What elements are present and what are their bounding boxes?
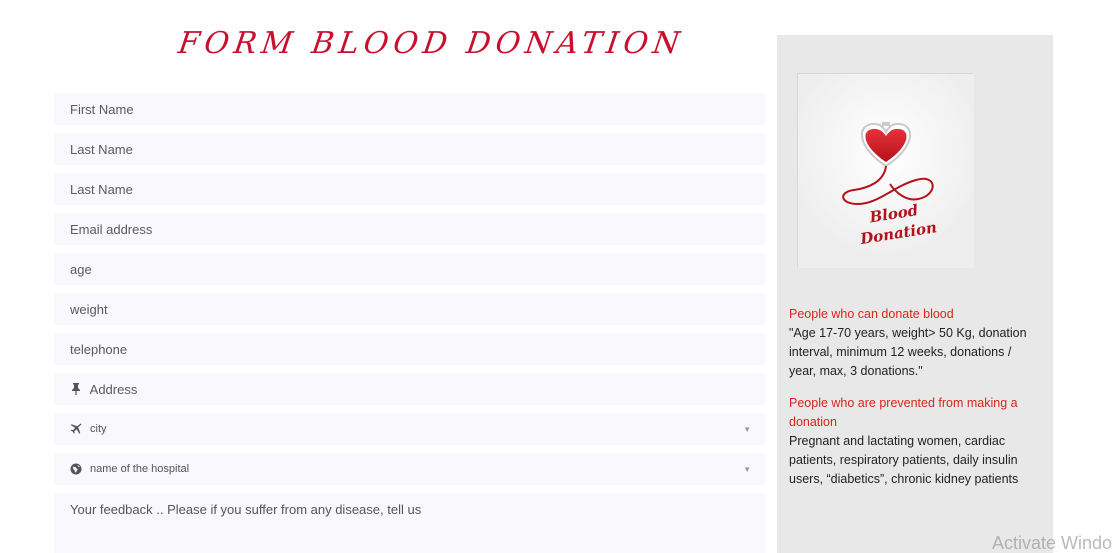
chevron-down-icon: ▼	[743, 465, 751, 474]
address-field[interactable]	[54, 373, 765, 405]
activate-windows-watermark: Activate Windo	[992, 533, 1113, 553]
weight-input[interactable]	[70, 293, 765, 325]
airplane-icon	[70, 423, 82, 435]
can-donate-heading: People who can donate blood	[789, 307, 954, 321]
email-field[interactable]	[54, 213, 765, 245]
weight-field[interactable]	[54, 293, 765, 325]
pushpin-icon	[70, 383, 82, 395]
prevented-heading: People who are prevented from making a d…	[789, 396, 1018, 429]
first-name-input[interactable]	[70, 93, 765, 125]
age-field[interactable]	[54, 253, 765, 285]
last-name-field[interactable]	[54, 133, 765, 165]
blood-donation-logo: Blood Donation	[797, 73, 974, 268]
telephone-field[interactable]	[54, 333, 765, 365]
globe-icon	[70, 463, 82, 475]
hospital-select-value: name of the hospital	[90, 463, 190, 475]
age-input[interactable]	[70, 253, 765, 285]
can-donate-text: "Age 17-70 years, weight> 50 Kg, donatio…	[789, 326, 1027, 378]
can-donate-section: People who can donate blood "Age 17-70 y…	[789, 305, 1039, 381]
prevented-section: People who are prevented from making a d…	[789, 394, 1039, 489]
telephone-input[interactable]	[70, 333, 765, 365]
address-input[interactable]	[89, 373, 765, 405]
email-input[interactable]	[70, 213, 765, 245]
last-name-field-2[interactable]	[54, 173, 765, 205]
page-title: FORM BLOOD DONATION	[176, 26, 687, 61]
hospital-select[interactable]: name of the hospital ▼	[54, 453, 765, 485]
city-select[interactable]: city ▼	[54, 413, 765, 445]
heart-blood-bag-icon: Blood Donation	[798, 74, 974, 268]
last-name-input-2[interactable]	[70, 173, 765, 205]
prevented-text: Pregnant and lactating women, cardiac pa…	[789, 434, 1019, 486]
first-name-field[interactable]	[54, 93, 765, 125]
last-name-input[interactable]	[70, 133, 765, 165]
chevron-down-icon: ▼	[743, 425, 751, 434]
city-select-value: city	[90, 423, 107, 435]
feedback-textarea[interactable]: Your feedback .. Please if you suffer fr…	[54, 493, 765, 553]
